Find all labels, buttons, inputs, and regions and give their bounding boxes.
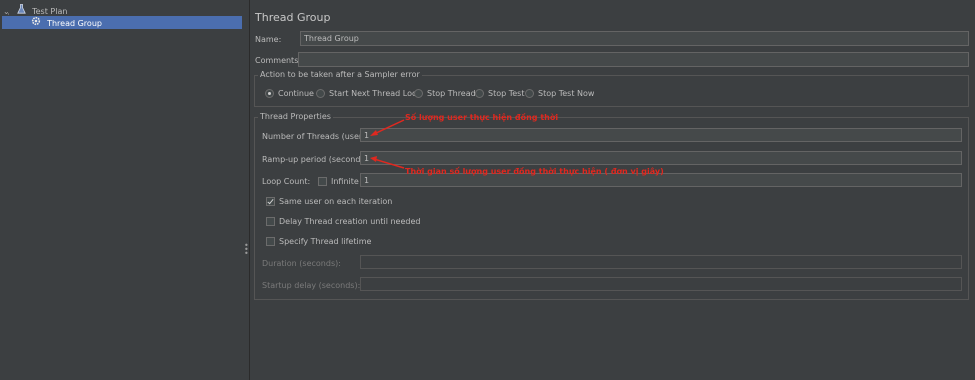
- infinite-checkbox[interactable]: [318, 177, 327, 186]
- threads-label: Number of Threads (users):: [262, 132, 373, 141]
- radio-label-start-next-thread-loop[interactable]: Start Next Thread Loop: [329, 89, 422, 98]
- infinite-label[interactable]: Infinite: [331, 177, 359, 186]
- thread-properties-title: Thread Properties: [258, 112, 333, 121]
- loop-count-label: Loop Count:: [262, 177, 311, 186]
- name-field[interactable]: [300, 31, 969, 46]
- radio-stop-test-now[interactable]: [525, 89, 534, 98]
- startup-delay-label: Startup delay (seconds):: [262, 281, 361, 290]
- rampup-annotation: Thời gian số lượng user đồng thời thực h…: [405, 167, 664, 176]
- tree-label-thread-group: Thread Group: [47, 18, 102, 28]
- radio-continue[interactable]: [265, 89, 274, 98]
- same-user-checkbox[interactable]: [266, 197, 275, 206]
- pane-splitter[interactable]: • • •: [243, 0, 250, 380]
- thread-group-panel: Thread Group Name: Comments: Action to b…: [250, 0, 975, 380]
- rampup-arrow-icon: [370, 156, 405, 169]
- duration-label: Duration (seconds):: [262, 259, 341, 268]
- same-user-label[interactable]: Same user on each iteration: [279, 197, 392, 206]
- test-plan-tree: ⌄ Test Plan Thread Group: [0, 0, 244, 380]
- radio-label-stop-thread[interactable]: Stop Thread: [427, 89, 476, 98]
- radio-label-stop-test[interactable]: Stop Test: [488, 89, 524, 98]
- tree-node-thread-group[interactable]: Thread Group: [2, 16, 242, 29]
- page-title: Thread Group: [255, 11, 331, 24]
- duration-field[interactable]: [360, 255, 962, 269]
- sampler-error-title: Action to be taken after a Sampler error: [258, 70, 422, 79]
- threads-arrow-icon: [370, 119, 405, 136]
- thread-lifetime-label[interactable]: Specify Thread lifetime: [279, 237, 371, 246]
- radio-label-stop-test-now[interactable]: Stop Test Now: [538, 89, 594, 98]
- rampup-field[interactable]: [360, 151, 962, 165]
- threads-field[interactable]: [360, 128, 962, 142]
- drag-handle-icon[interactable]: • • •: [244, 242, 249, 258]
- name-label: Name:: [255, 35, 282, 44]
- delay-thread-checkbox[interactable]: [266, 217, 275, 226]
- radio-stop-test[interactable]: [475, 89, 484, 98]
- radio-label-continue[interactable]: Continue: [278, 89, 314, 98]
- comments-label: Comments:: [255, 56, 302, 65]
- radio-stop-thread[interactable]: [414, 89, 423, 98]
- threads-annotation: Số lượng user thực hiện đồng thời: [405, 113, 559, 122]
- delay-thread-label[interactable]: Delay Thread creation until needed: [279, 217, 420, 226]
- thread-lifetime-checkbox[interactable]: [266, 237, 275, 246]
- startup-delay-field[interactable]: [360, 277, 962, 291]
- rampup-label: Ramp-up period (seconds):: [262, 155, 371, 164]
- gear-icon: [31, 16, 42, 30]
- comments-field[interactable]: [298, 52, 969, 67]
- thread-properties-group: [254, 117, 969, 300]
- radio-start-next-thread-loop[interactable]: [316, 89, 325, 98]
